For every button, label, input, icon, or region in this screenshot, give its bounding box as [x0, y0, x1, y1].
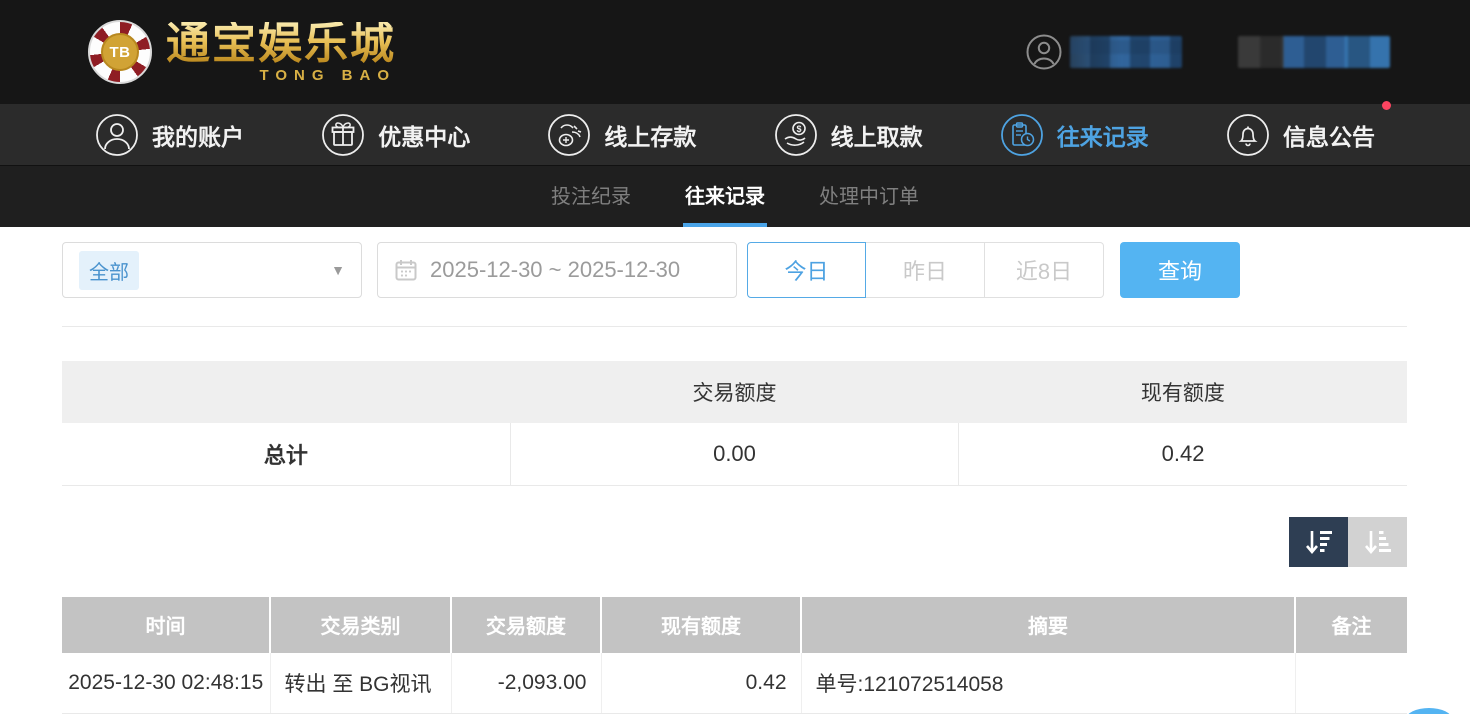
user-avatar-icon [1026, 34, 1062, 70]
nav-label: 我的账户 [152, 118, 244, 152]
brand-logo[interactable]: TB 通宝娱乐城 TONG BAO [88, 20, 396, 84]
summary-table: 交易额度 现有额度 总计 0.00 0.42 [62, 361, 1407, 486]
redacted-username [1070, 36, 1182, 68]
nav-label: 信息公告 [1283, 118, 1375, 152]
username-cell[interactable] [1026, 34, 1182, 70]
col-time: 时间 [62, 597, 270, 653]
nav-label: 优惠中心 [378, 118, 470, 152]
sort-descending-button[interactable] [1289, 517, 1348, 567]
quick-label: 昨日 [903, 254, 947, 286]
col-summary: 摘要 [801, 597, 1295, 653]
quick-label: 近8日 [1016, 254, 1072, 286]
col-type: 交易类别 [270, 597, 451, 653]
date-range-value: 2025-12-30 ~ 2025-12-30 [430, 257, 680, 283]
chevron-down-icon: ▼ [331, 262, 345, 278]
selected-type-chip: 全部 [79, 251, 139, 290]
tab-label: 投注纪录 [551, 180, 631, 209]
quick-today-button[interactable]: 今日 [747, 242, 866, 298]
cell-balance: 0.42 [601, 653, 801, 714]
quick-last8days-button[interactable]: 近8日 [985, 242, 1104, 298]
nav-item-transaction-records[interactable]: 往来记录 [1000, 113, 1149, 157]
tab-transaction-records[interactable]: 往来记录 [683, 166, 767, 227]
quick-date-group: 今日 昨日 近8日 [747, 242, 1104, 298]
sort-controls [62, 517, 1407, 567]
withdraw-icon: $ [774, 113, 818, 157]
cell-type: 转出 至 BG视讯 [270, 653, 451, 714]
redacted-balance [1238, 36, 1390, 68]
summary-header-empty [62, 361, 510, 423]
tab-label: 处理中订单 [819, 180, 919, 209]
sort-ascending-button[interactable] [1348, 517, 1407, 567]
cell-time: 2025-12-30 02:48:15 [62, 653, 270, 714]
brand-name-cn: 通宝娱乐城 [166, 22, 396, 66]
nav-item-my-account[interactable]: 我的账户 [95, 113, 244, 157]
brand-name-en: TONG BAO [259, 68, 396, 83]
sort-ascending-icon [1363, 528, 1393, 556]
records-header-row: 时间 交易类别 交易额度 现有额度 摘要 备注 [62, 597, 1407, 653]
table-row: 2025-12-30 02:48:15 转出 至 BG视讯 -2,093.00 … [62, 653, 1407, 714]
svg-text:$: $ [796, 124, 801, 134]
nav-label: 线上取款 [831, 118, 923, 152]
summary-header-transaction: 交易额度 [510, 361, 958, 423]
filter-row: 全部 ▼ 2025-12-30 ~ 2025-12-30 今日 昨日 [62, 242, 1407, 298]
quick-yesterday-button[interactable]: 昨日 [866, 242, 985, 298]
summary-transaction-amount: 0.00 [510, 423, 958, 485]
col-note: 备注 [1295, 597, 1407, 653]
bell-icon [1226, 113, 1270, 157]
transaction-type-select[interactable]: 全部 ▼ [62, 242, 362, 298]
cell-note [1295, 653, 1407, 714]
top-header: TB 通宝娱乐城 TONG BAO [0, 0, 1470, 104]
unread-dot-badge [1382, 101, 1391, 110]
main-nav: 我的账户 优惠中心 线上存款 $ 线上取款 [0, 104, 1470, 166]
summary-header-balance: 现有额度 [959, 361, 1407, 423]
nav-item-promotions[interactable]: 优惠中心 [321, 113, 470, 157]
deposit-icon [547, 113, 591, 157]
user-zone [1026, 34, 1390, 70]
summary-current-amount: 0.42 [959, 423, 1407, 485]
date-range-input[interactable]: 2025-12-30 ~ 2025-12-30 [377, 242, 737, 298]
summary-total-label: 总计 [62, 423, 510, 485]
tab-label: 往来记录 [685, 180, 765, 209]
tab-pending-orders[interactable]: 处理中订单 [817, 166, 921, 227]
col-amount: 交易额度 [451, 597, 601, 653]
cell-amount: -2,093.00 [451, 653, 601, 714]
nav-item-announcements[interactable]: 信息公告 [1226, 113, 1375, 157]
nav-item-withdraw[interactable]: $ 线上取款 [774, 113, 923, 157]
balance-cell[interactable] [1238, 36, 1390, 68]
sub-tab-bar: 投注纪录 往来记录 处理中订单 [0, 166, 1470, 227]
records-table: 时间 交易类别 交易额度 现有额度 摘要 备注 2025-12-30 02:48… [62, 597, 1407, 714]
summary-header-row: 交易额度 现有额度 [62, 361, 1407, 423]
calendar-icon [394, 258, 418, 282]
records-icon [1000, 113, 1044, 157]
cell-summary: 单号:121072514058 [801, 653, 1295, 714]
content-area: 全部 ▼ 2025-12-30 ~ 2025-12-30 今日 昨日 [0, 227, 1470, 714]
poker-chip-icon: TB [88, 20, 152, 84]
sort-descending-icon [1304, 528, 1334, 556]
summary-total-row: 总计 0.00 0.42 [62, 423, 1407, 485]
section-divider [62, 326, 1407, 327]
chip-label: TB [101, 33, 139, 71]
col-balance: 现有额度 [601, 597, 801, 653]
search-button[interactable]: 查询 [1120, 242, 1240, 298]
nav-label: 线上存款 [604, 118, 696, 152]
promo-gift-icon [321, 113, 365, 157]
quick-label: 今日 [784, 254, 828, 286]
tab-betting-records[interactable]: 投注纪录 [549, 166, 633, 227]
nav-label: 往来记录 [1057, 118, 1149, 152]
account-icon [95, 113, 139, 157]
nav-item-deposit[interactable]: 线上存款 [547, 113, 696, 157]
